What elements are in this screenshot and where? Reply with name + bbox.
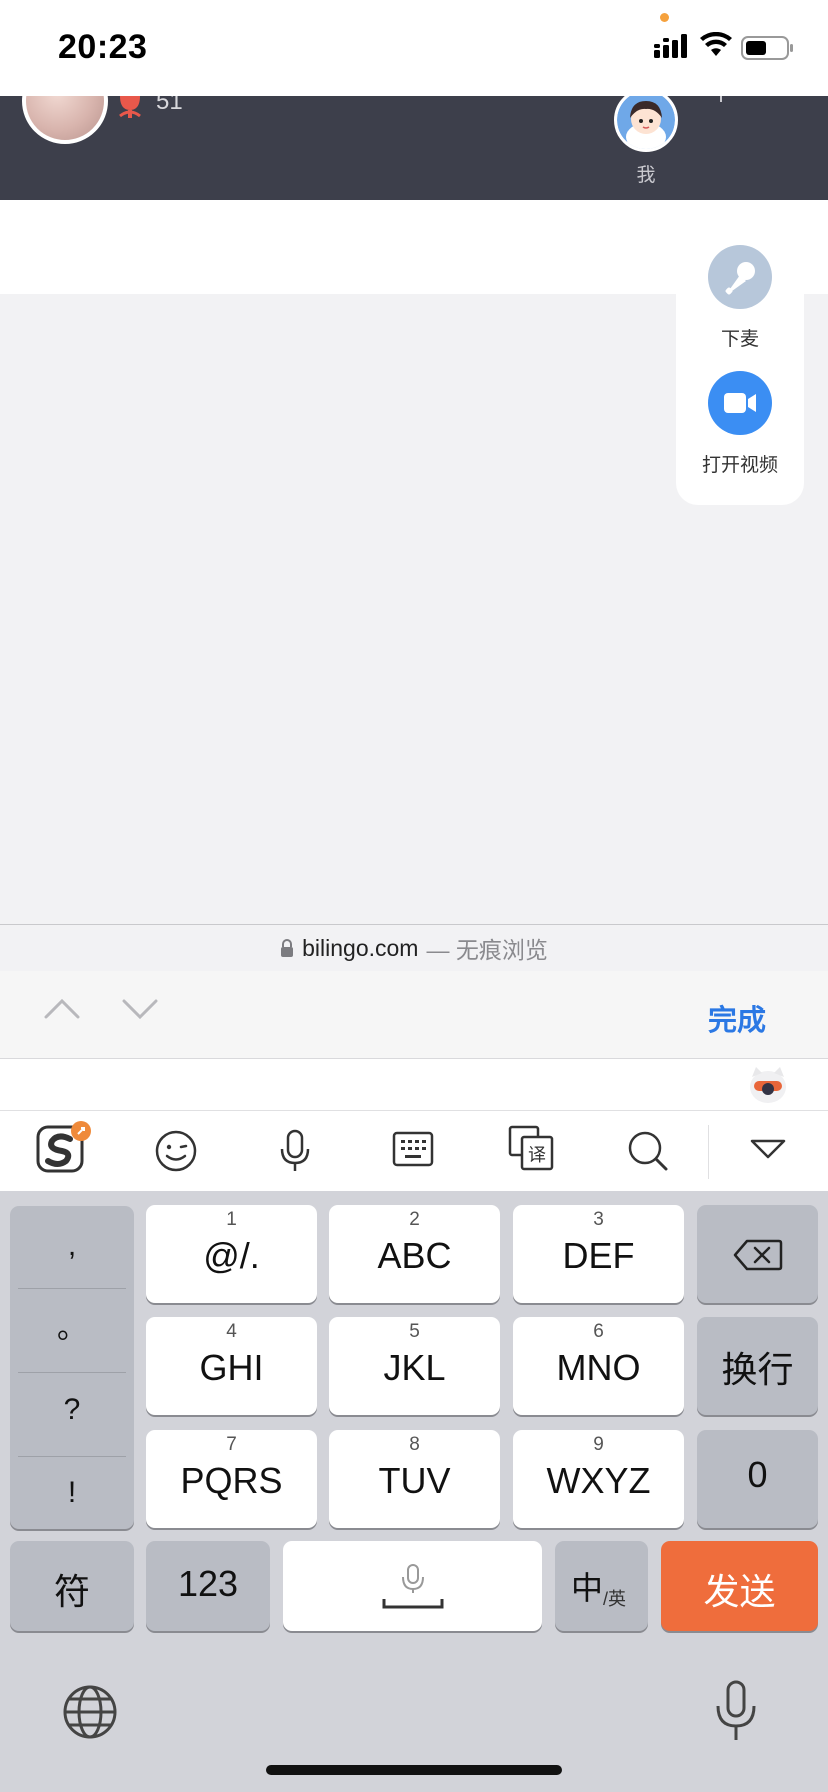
toolbar-divider [708, 1125, 709, 1179]
key-0[interactable]: 0 [697, 1430, 818, 1528]
key-9[interactable]: 9 WXYZ [513, 1430, 684, 1528]
my-seat-label: 我 [636, 165, 656, 186]
lang-main-label: 中 [571, 1570, 604, 1606]
gift-count: 51 [156, 96, 183, 115]
keyboard: , 。 ? ! 1 @/. 2 ABC 3 DEF 4 GHI 5 JKL 6 … [0, 1191, 828, 1792]
numeric-label: 123 [177, 1563, 239, 1604]
globe-icon[interactable] [62, 1684, 118, 1740]
microphone-icon [725, 262, 755, 295]
chevron-down-icon[interactable] [120, 993, 160, 1023]
send-key[interactable]: 发送 [661, 1541, 818, 1631]
key-letters: GHI [199, 1347, 264, 1388]
punct-key-period[interactable]: 。 [10, 1289, 134, 1369]
key-number: 2 [409, 1209, 420, 1230]
key-number: 7 [226, 1434, 237, 1455]
status-bar: 20:23 [0, 0, 828, 96]
room-header: 51 我 [0, 96, 828, 200]
my-avatar[interactable] [614, 96, 678, 152]
hide-keyboard-icon[interactable] [748, 1135, 788, 1163]
key-3[interactable]: 3 DEF [513, 1205, 684, 1303]
space-key[interactable] [283, 1541, 542, 1631]
backspace-key[interactable] [697, 1205, 818, 1303]
key-letters: ABC [377, 1235, 452, 1276]
url-content: bilingo.com — 无痕浏览 [0, 925, 828, 971]
key-letters: @/. [203, 1235, 260, 1276]
numeric-key[interactable]: 123 [146, 1541, 270, 1631]
key-number: 9 [593, 1434, 604, 1455]
ime-mascot-icon[interactable] [746, 1065, 790, 1105]
dictation-mic-icon[interactable] [714, 1680, 758, 1744]
seat-action-panel: 下麦 打开视频 [676, 215, 804, 505]
newline-label: 换行 [721, 1349, 794, 1390]
browser-url-bar[interactable]: bilingo.com — 无痕浏览 [0, 924, 828, 972]
candidate-strip [0, 1059, 828, 1111]
key-number: 3 [593, 1209, 604, 1230]
space-mic-icon [382, 1564, 444, 1609]
leave-mic-label: 下麦 [720, 329, 759, 350]
privacy-indicator-dot [660, 13, 669, 22]
key-5[interactable]: 5 JKL [329, 1317, 500, 1415]
key-letters: DEF [562, 1235, 635, 1276]
host-avatar[interactable] [22, 96, 108, 144]
language-switch-key[interactable]: 中 /英 [555, 1541, 648, 1631]
translate-icon[interactable]: 译 [508, 1125, 554, 1171]
punct-key-question[interactable]: ? [10, 1370, 134, 1450]
form-accessory-bar: 完成 [0, 971, 828, 1059]
key-number: 4 [226, 1321, 237, 1342]
zero-label: 0 [747, 1454, 768, 1495]
voice-input-icon[interactable] [278, 1129, 312, 1173]
emoji-icon[interactable] [154, 1129, 198, 1173]
key-letters: TUV [378, 1460, 451, 1501]
cartoon-avatar-icon [617, 96, 675, 149]
key-number: 8 [409, 1434, 420, 1455]
header-tick [720, 96, 722, 102]
send-label: 发送 [703, 1571, 776, 1612]
key-number: 1 [226, 1209, 237, 1230]
newline-key[interactable]: 换行 [697, 1317, 818, 1415]
url-domain: bilingo.com [302, 934, 419, 961]
search-icon[interactable] [626, 1129, 670, 1173]
sogou-logo-icon[interactable] [34, 1117, 94, 1177]
private-browsing-label: — 无痕浏览 [426, 937, 548, 963]
ime-toolbar: 译 [0, 1111, 828, 1191]
key-8[interactable]: 8 TUV [329, 1430, 500, 1528]
cellular-signal-icon [654, 34, 687, 58]
battery-icon [741, 36, 793, 60]
key-letters: WXYZ [546, 1460, 651, 1501]
lock-icon [281, 939, 294, 957]
backspace-icon [733, 1239, 783, 1271]
key-letters: PQRS [180, 1460, 283, 1501]
status-time: 20:23 [58, 28, 148, 66]
key-number: 6 [593, 1321, 604, 1342]
key-2[interactable]: 2 ABC [329, 1205, 500, 1303]
key-letters: JKL [383, 1347, 446, 1388]
key-7[interactable]: 7 PQRS [146, 1430, 317, 1528]
video-camera-icon [724, 393, 756, 413]
punct-key-exclaim[interactable]: ! [10, 1453, 134, 1533]
flower-gift-icon [119, 96, 141, 118]
leave-mic-button[interactable] [708, 245, 772, 309]
lang-sub-label: /英 [603, 1589, 627, 1609]
symbols-key[interactable]: 符 [10, 1541, 134, 1631]
svg-text:译: 译 [528, 1145, 546, 1166]
punctuation-column: , 。 ? ! [10, 1206, 134, 1529]
punct-key-comma[interactable]: , [10, 1206, 134, 1286]
open-video-label: 打开视频 [701, 455, 778, 476]
key-6[interactable]: 6 MNO [513, 1317, 684, 1415]
wifi-icon [700, 32, 732, 56]
chevron-up-icon[interactable] [42, 993, 82, 1023]
done-button[interactable]: 完成 [708, 997, 766, 1039]
symbols-label: 符 [53, 1571, 90, 1612]
open-video-button[interactable] [708, 371, 772, 435]
home-indicator [266, 1765, 562, 1775]
key-letters: MNO [556, 1347, 641, 1388]
key-4[interactable]: 4 GHI [146, 1317, 317, 1415]
key-number: 5 [409, 1321, 420, 1342]
key-1[interactable]: 1 @/. [146, 1205, 317, 1303]
keyboard-layout-icon[interactable] [392, 1129, 434, 1169]
